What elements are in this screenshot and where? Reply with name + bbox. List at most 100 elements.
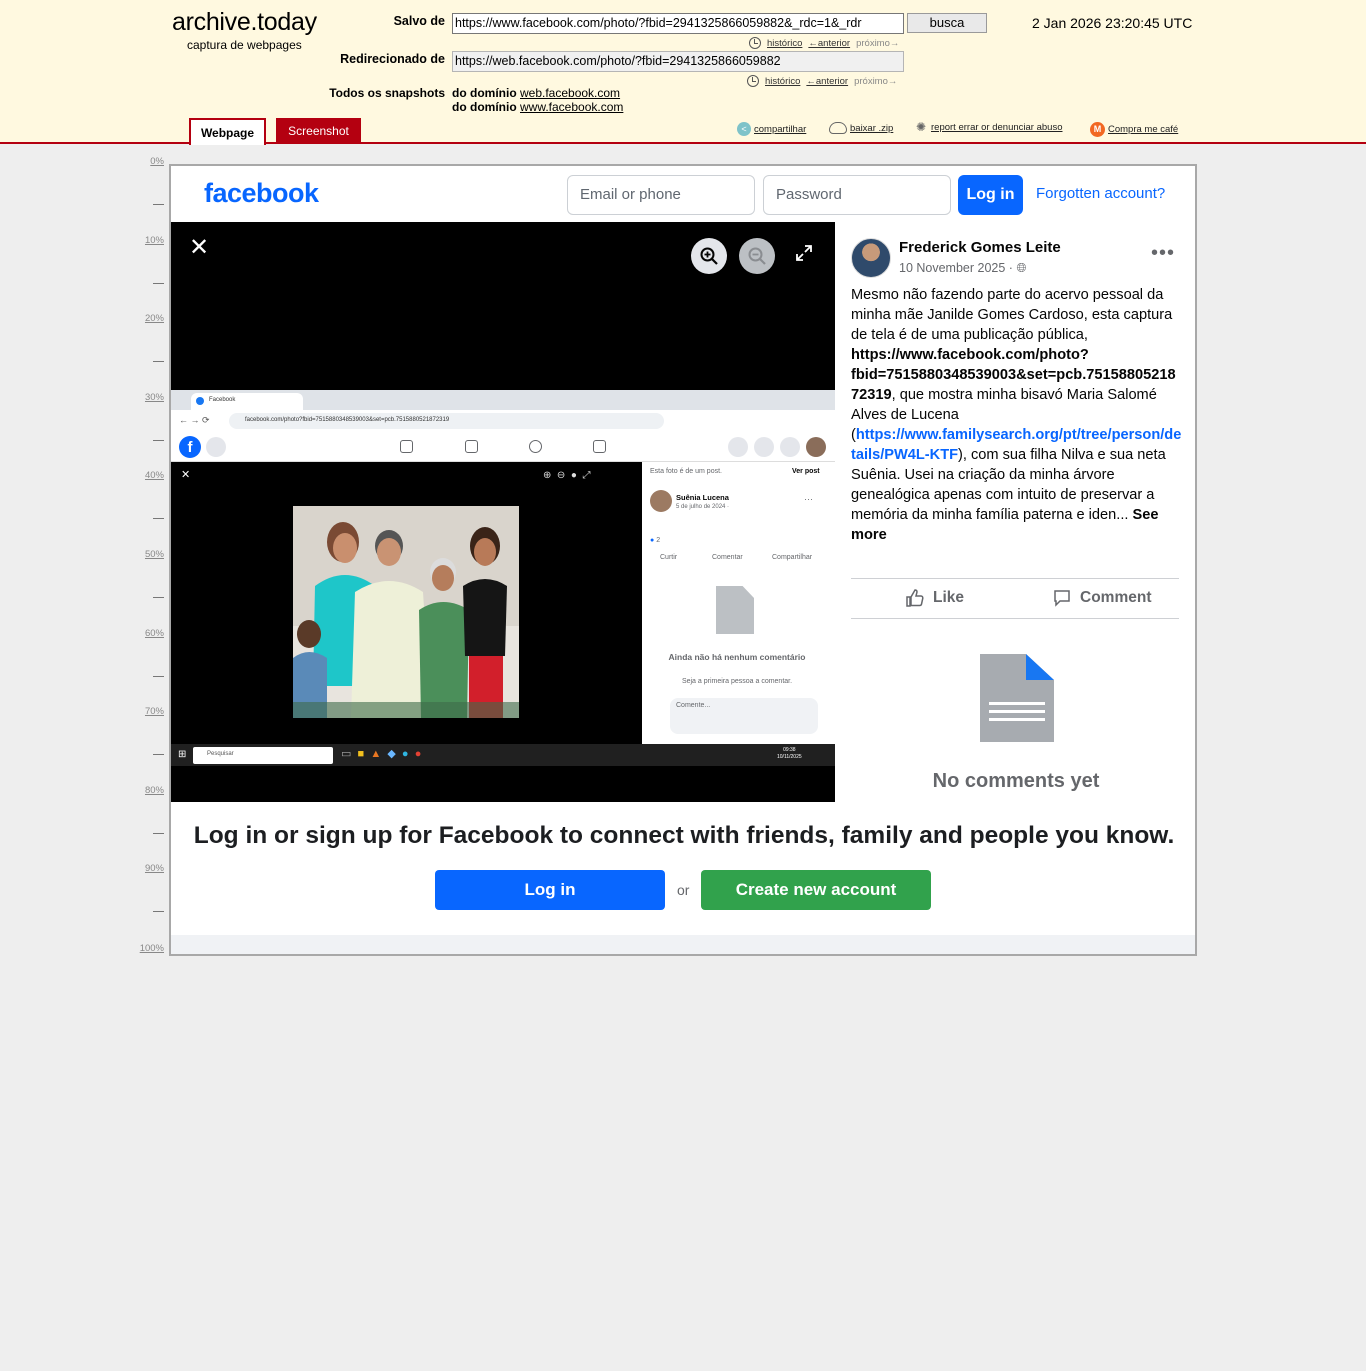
windows-start-icon: ⊞ — [178, 749, 187, 760]
login-banner: Log in or sign up for Facebook to connec… — [171, 802, 1195, 935]
zoom-icons: ⊕ ⊖ ● ⤢ — [543, 470, 591, 481]
taskbar-app-icons: ▭ ■ ▲ ◆ ● ● — [341, 748, 422, 760]
domain-link-web[interactable]: web.facebook.com — [520, 86, 620, 100]
clock-time: 09:38 — [783, 747, 796, 753]
report-tool[interactable]: ✺ report errar or denunciar abuso — [914, 120, 1063, 134]
ruler-tick — [153, 518, 164, 519]
ruler-label[interactable]: 80% — [134, 785, 164, 796]
history-nav-2: histórico ←anterior próximo→ — [747, 75, 897, 87]
ruler-label[interactable]: 20% — [134, 313, 164, 324]
embedded-fb-nav: f — [171, 432, 835, 462]
embedded-post-panel: Esta foto é de um post. Ver post Suênia … — [642, 462, 835, 744]
taskbar-search: Pesquisar — [193, 747, 333, 764]
zoom-out-icon[interactable] — [739, 238, 775, 274]
like-button[interactable]: Like — [905, 588, 964, 608]
embedded-photo-note: Esta foto é de um post. — [650, 468, 722, 475]
embedded-no-comments: Ainda não há nenhum comentário — [668, 652, 806, 662]
search-button[interactable]: busca — [907, 13, 987, 33]
like-label: Like — [933, 589, 965, 606]
coffee-link[interactable]: Compra me café — [1108, 124, 1178, 135]
ruler-label[interactable]: 90% — [134, 863, 164, 874]
domain-prefix: do domínio — [452, 100, 517, 114]
post-panel: Frederick Gomes Leite 10 November 2025 ·… — [835, 222, 1195, 802]
share-link[interactable]: compartilhar — [754, 124, 806, 135]
globe-icon: 🌐︎ — [1016, 261, 1027, 275]
ruler-label[interactable]: 100% — [134, 943, 164, 954]
ruler-label[interactable]: 10% — [134, 235, 164, 246]
saved-url-input[interactable]: https://www.facebook.com/photo/?fbid=294… — [452, 13, 904, 34]
lightbulb-icon: ✺ — [915, 120, 927, 134]
no-comments-title: No comments yet — [932, 770, 1100, 792]
ruler-tick — [153, 676, 164, 677]
ruler-label[interactable]: 30% — [134, 392, 164, 403]
groups-icon — [529, 440, 542, 453]
email-field[interactable]: Email or phone — [567, 175, 755, 215]
embedded-reactions: ● 2 — [650, 537, 660, 544]
fullscreen-icon[interactable] — [795, 244, 813, 267]
post-date-text[interactable]: 10 November 2025 — [899, 261, 1005, 275]
download-link[interactable]: baixar .zip — [850, 123, 893, 134]
browser-tabstrip: Facebook — [171, 390, 835, 410]
password-field[interactable]: Password — [763, 175, 951, 215]
embedded-author: Suênia Lucena — [676, 493, 729, 502]
ruler-label[interactable]: 70% — [134, 706, 164, 717]
ruler-tick — [153, 754, 164, 755]
forgotten-account-link[interactable]: Forgotten account? — [1036, 185, 1165, 202]
ruler-tick — [153, 361, 164, 362]
archive-logo[interactable]: archive.today — [172, 8, 317, 37]
zoom-in-icon[interactable] — [691, 238, 727, 274]
profile-avatar — [806, 437, 826, 457]
history-link[interactable]: histórico — [765, 76, 800, 87]
history-nav-1: histórico ←anterior próximo→ — [749, 37, 899, 49]
domain-link-www[interactable]: www.facebook.com — [520, 100, 623, 114]
ruler-tick — [153, 283, 164, 284]
home-icon — [400, 440, 413, 453]
banner-or: or — [677, 882, 690, 898]
ruler-label[interactable]: 50% — [134, 549, 164, 560]
close-icon[interactable]: ✕ — [189, 236, 209, 260]
history-link[interactable]: histórico — [767, 38, 802, 49]
post-text: Mesmo não fazendo parte do acervo pessoa… — [851, 285, 1183, 545]
embedded-no-comments-sub: Seja a primeira pessoa a comentar. — [681, 678, 793, 685]
cloud-download-icon — [829, 122, 847, 134]
close-icon: ✕ — [181, 469, 191, 481]
previous-link[interactable]: ←anterior — [806, 76, 848, 87]
windows-taskbar: ⊞ Pesquisar ▭ ■ ▲ ◆ ● ● 09:38 10/11/2025 — [171, 744, 835, 766]
more-icon: ··· — [804, 494, 813, 504]
post-author[interactable]: Frederick Gomes Leite — [899, 239, 1061, 256]
ruler-label[interactable]: 40% — [134, 470, 164, 481]
facebook-logo[interactable]: facebook — [204, 178, 319, 209]
banner-title: Log in or sign up for Facebook to connec… — [193, 822, 1175, 849]
ruler-tick — [153, 911, 164, 912]
author-avatar[interactable] — [851, 238, 891, 278]
facebook-f-icon: f — [179, 436, 201, 458]
tab-screenshot[interactable]: Screenshot — [276, 118, 361, 144]
friends-icon — [465, 440, 478, 453]
report-link[interactable]: report errar or denunciar abuso — [931, 122, 1063, 133]
embedded-comment-box: Comente... — [670, 698, 818, 734]
ruler-label[interactable]: 0% — [134, 156, 164, 167]
share-tool[interactable]: < compartilhar — [737, 122, 806, 136]
ruler-label[interactable]: 60% — [134, 628, 164, 639]
back-forward-icons: ← → ⟳ — [179, 415, 210, 425]
thumbs-up-icon — [906, 589, 924, 607]
previous-link[interactable]: ←anterior — [808, 38, 850, 49]
coffee-tool[interactable]: M Compra me café — [1090, 122, 1178, 137]
comment-icon — [1054, 590, 1070, 607]
ruler-tick — [153, 440, 164, 441]
redirect-url-field[interactable]: https://web.facebook.com/photo/?fbid=294… — [452, 51, 904, 72]
ruler-tick — [153, 833, 164, 834]
browser-tab: Facebook — [191, 393, 303, 410]
tab-webpage[interactable]: Webpage — [189, 118, 266, 145]
embedded-date: 5 de julho de 2024 · — [676, 504, 730, 510]
monero-icon: M — [1090, 122, 1105, 137]
more-options-icon[interactable]: ••• — [1151, 242, 1175, 265]
login-button[interactable]: Log in — [958, 175, 1023, 215]
clock-icon — [749, 37, 761, 49]
embedded-screenshot: Facebook ← → ⟳ facebook.com/photo?fbid=7… — [171, 390, 835, 770]
create-account-button[interactable]: Create new account — [701, 870, 931, 910]
comment-button[interactable]: Comment — [1052, 588, 1151, 608]
download-tool[interactable]: baixar .zip — [829, 122, 893, 134]
divider — [851, 618, 1179, 619]
banner-login-button[interactable]: Log in — [435, 870, 665, 910]
